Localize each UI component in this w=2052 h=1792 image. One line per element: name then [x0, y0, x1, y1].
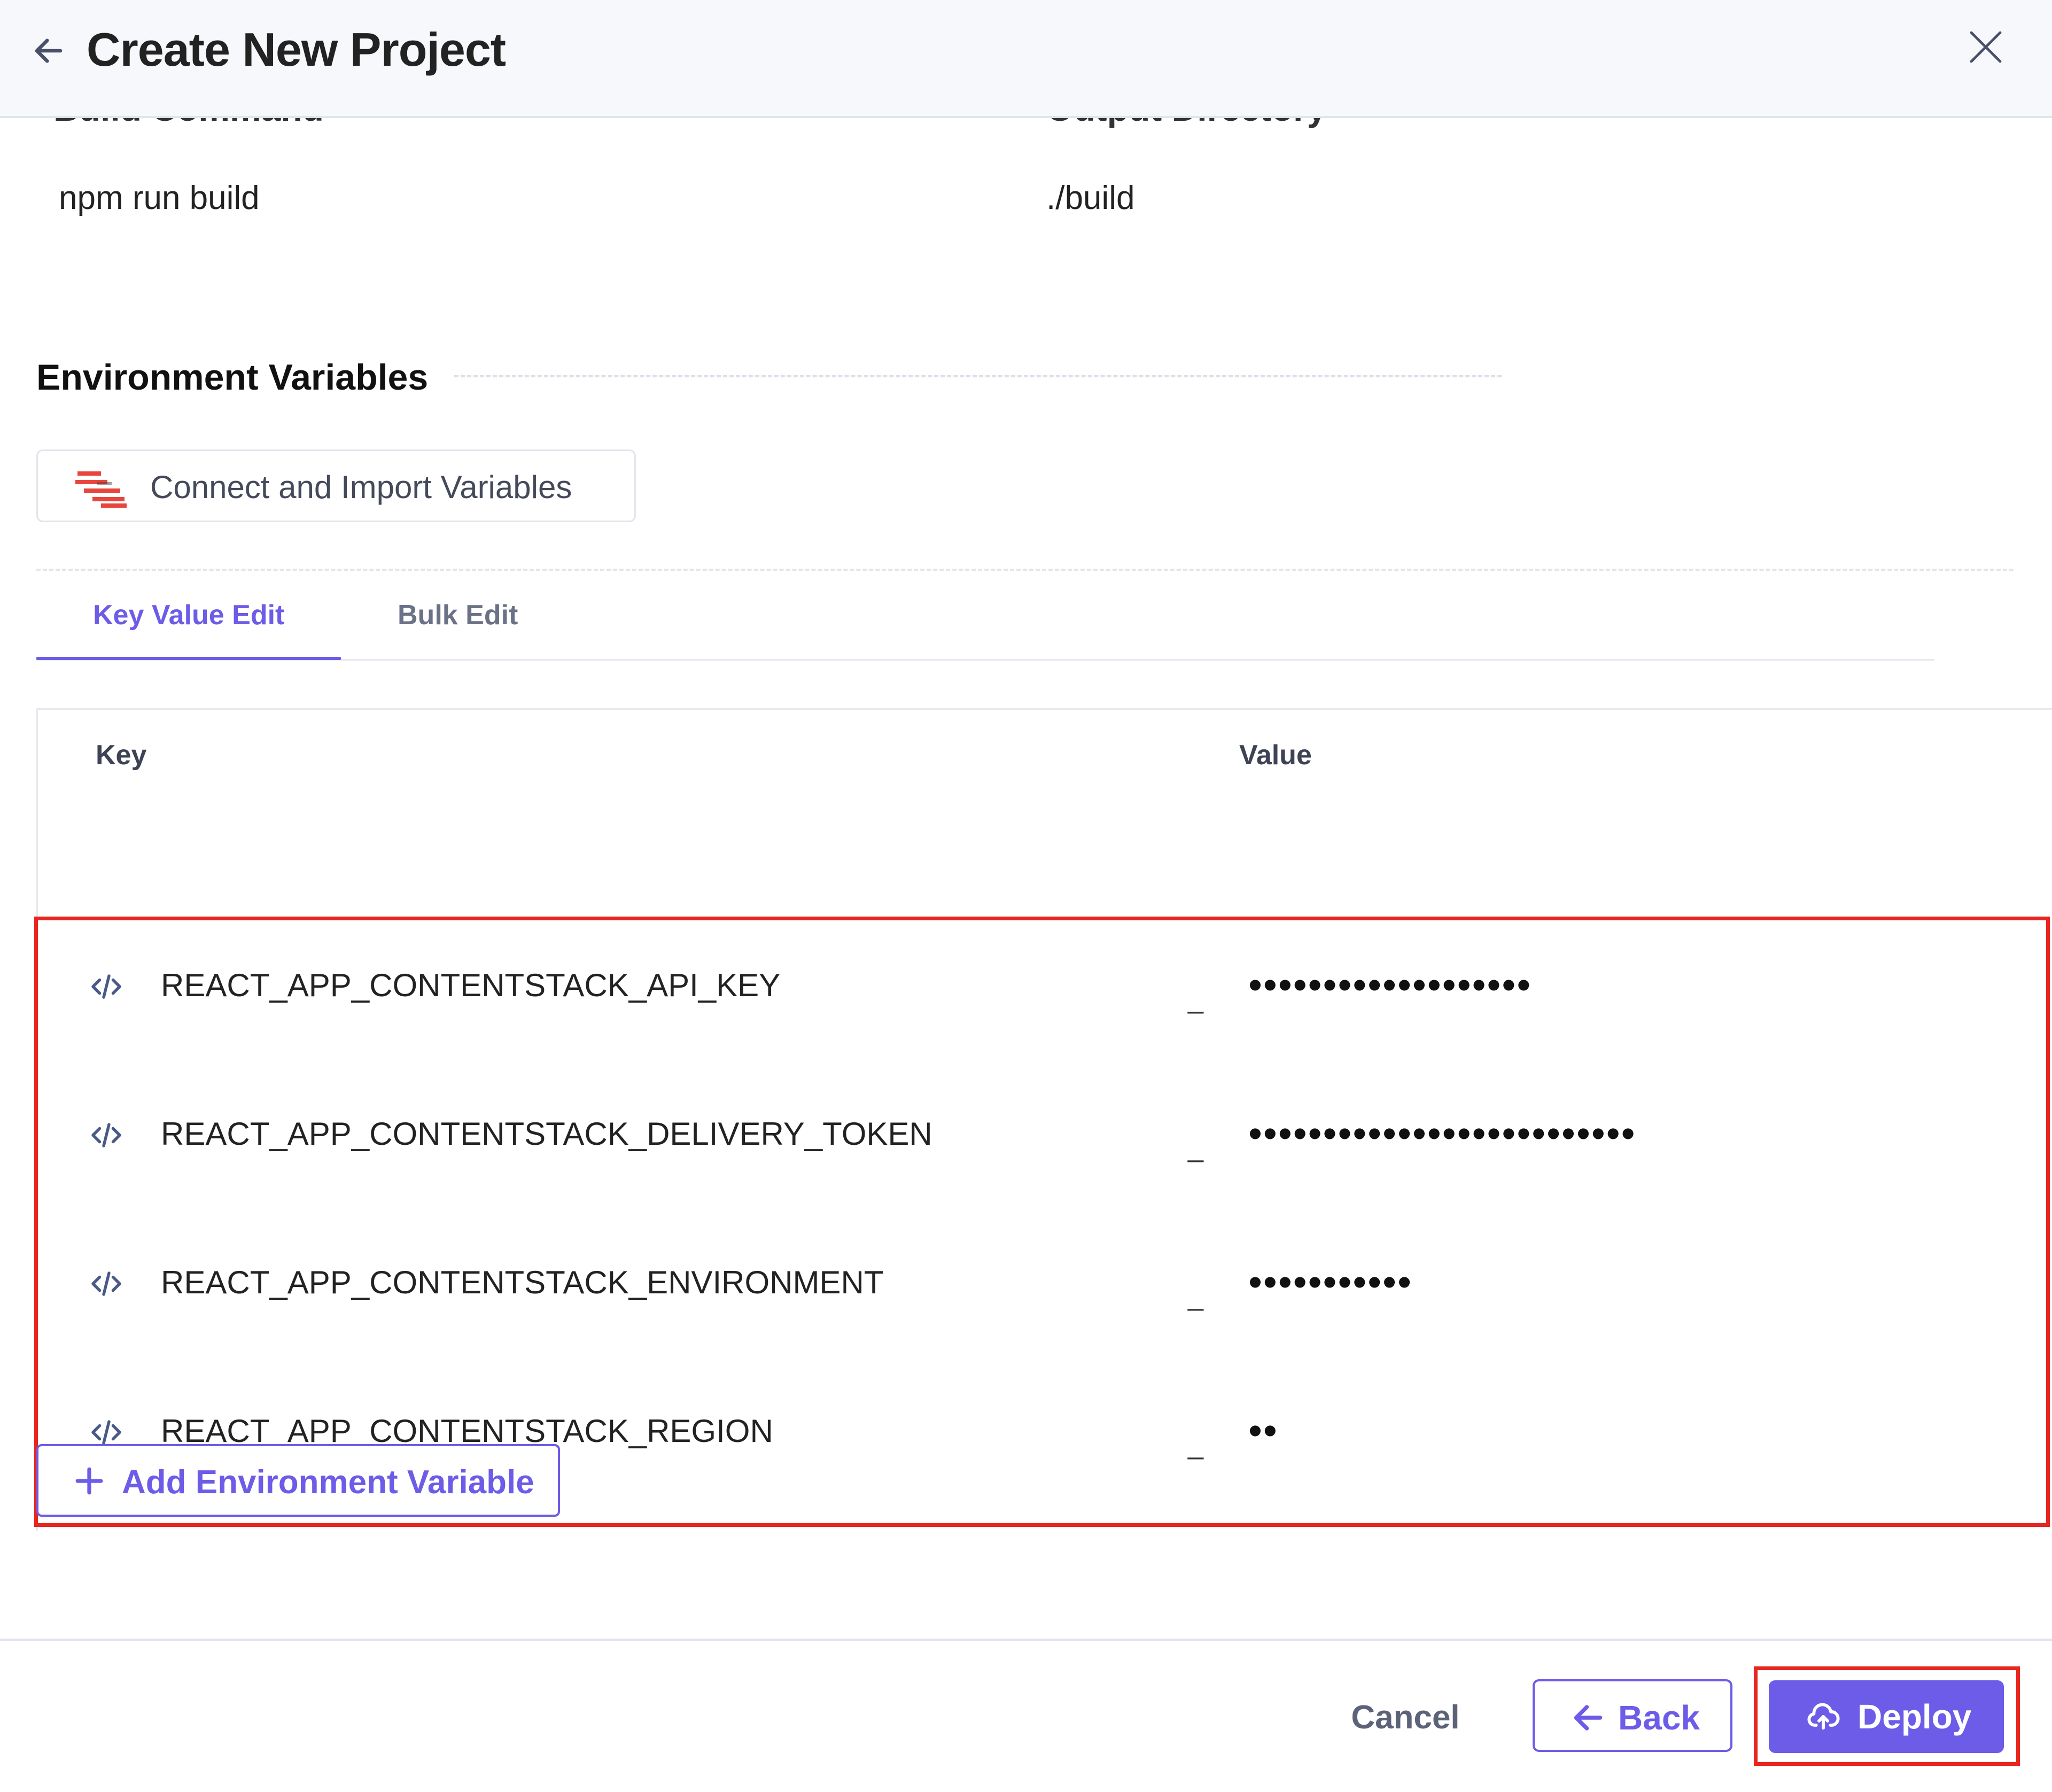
back-button-label: Back [1618, 1698, 1700, 1737]
active-tab-indicator [36, 657, 341, 660]
code-icon [91, 1420, 121, 1445]
tab-bulk-edit[interactable]: Bulk Edit [398, 594, 518, 637]
cancel-button[interactable]: Cancel [1320, 1686, 1491, 1750]
env-value-masked[interactable]: •• [1248, 1407, 1278, 1455]
value-column-header: Value [1239, 740, 1312, 771]
arrow-left-icon [1574, 1705, 1603, 1731]
modal-header: Create New Project [0, 0, 2052, 118]
code-icon [91, 1123, 121, 1147]
arrow-left-icon[interactable] [31, 33, 66, 68]
key-value-separator: _ [1188, 1281, 1203, 1312]
table-row[interactable]: REACT_APP_CONTENTSTACK_DELIVERY_TOKEN _ … [38, 1069, 2052, 1217]
close-icon[interactable] [1967, 28, 2005, 66]
table-row[interactable]: REACT_APP_CONTENTSTACK_API_KEY _ •••••••… [38, 920, 2052, 1069]
import-variables-icon [75, 471, 127, 508]
build-command-label: Build Command [53, 118, 324, 130]
env-section-title: Environment Variables [36, 357, 429, 398]
plus-icon [75, 1467, 103, 1495]
key-value-separator: _ [1188, 983, 1203, 1014]
key-value-separator: _ [1188, 1429, 1203, 1460]
deploy-button[interactable]: Deploy [1769, 1680, 2004, 1753]
import-button-label: Connect and Import Variables [150, 469, 572, 505]
output-directory-value: ./build [1046, 180, 1135, 216]
divider [454, 375, 1502, 377]
tab-key-value-edit[interactable]: Key Value Edit [93, 594, 284, 637]
env-key[interactable]: REACT_APP_CONTENTSTACK_ENVIRONMENT [161, 1261, 883, 1304]
modal-body[interactable]: Build Command Output Directory npm run b… [0, 118, 2052, 1639]
add-environment-variable-button[interactable]: Add Environment Variable [36, 1444, 560, 1517]
table-row[interactable]: REACT_APP_CONTENTSTACK_ENVIRONMENT _ •••… [38, 1217, 2052, 1366]
add-button-label: Add Environment Variable [122, 1464, 534, 1501]
code-icon [91, 1271, 121, 1296]
divider [36, 569, 2014, 571]
env-key[interactable]: REACT_APP_CONTENTSTACK_DELIVERY_TOKEN [161, 1113, 932, 1155]
modal-footer: Cancel Back Deploy [0, 1639, 2052, 1792]
page-title: Create New Project [87, 23, 506, 76]
key-value-separator: _ [1188, 1132, 1203, 1163]
key-column-header: Key [96, 740, 147, 771]
env-value-masked[interactable]: •••••••••••••••••••••••••• [1248, 1110, 1636, 1158]
env-value-masked[interactable]: ••••••••••••••••••• [1248, 961, 1532, 1009]
deploy-button-label: Deploy [1857, 1697, 1972, 1736]
output-directory-label: Output Directory [1046, 118, 1326, 130]
env-variables-table: Key Value REACT_APP_CONTENTSTACK_API_KEY… [36, 708, 2052, 1531]
cloud-upload-icon [1807, 1703, 1840, 1730]
build-command-value: npm run build [59, 180, 260, 216]
code-icon [91, 974, 121, 999]
back-button[interactable]: Back [1533, 1679, 1732, 1752]
connect-import-variables-button[interactable]: Connect and Import Variables [36, 449, 636, 522]
env-key[interactable]: REACT_APP_CONTENTSTACK_API_KEY [161, 964, 780, 1007]
env-value-masked[interactable]: ••••••••••• [1248, 1258, 1412, 1306]
